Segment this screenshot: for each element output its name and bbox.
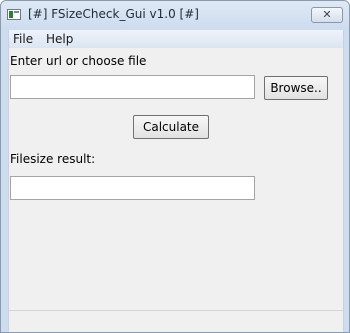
title-bar[interactable]: [#] FSizeCheck_Gui v1.0 [#] ✕ (1, 1, 349, 30)
filesize-result-field[interactable] (10, 176, 255, 200)
menu-file[interactable]: File (13, 32, 33, 46)
calculate-button[interactable]: Calculate (133, 115, 209, 139)
status-bar (9, 310, 343, 332)
browse-button[interactable]: Browse.. (264, 76, 328, 100)
client-area: File Help Enter url or choose file Brows… (8, 30, 344, 332)
window-title: [#] FSizeCheck_Gui v1.0 [#] (28, 7, 199, 21)
app-window-icon[interactable] (7, 9, 21, 20)
menu-bar: File Help (9, 30, 343, 48)
filesize-result-label: Filesize result: (10, 152, 96, 166)
close-icon: ✕ (322, 8, 332, 21)
menu-help[interactable]: Help (46, 32, 73, 46)
app-window: [#] FSizeCheck_Gui v1.0 [#] ✕ File Help … (0, 0, 350, 333)
url-label: Enter url or choose file (10, 54, 147, 68)
url-input[interactable] (10, 75, 255, 99)
close-button[interactable]: ✕ (311, 7, 343, 23)
